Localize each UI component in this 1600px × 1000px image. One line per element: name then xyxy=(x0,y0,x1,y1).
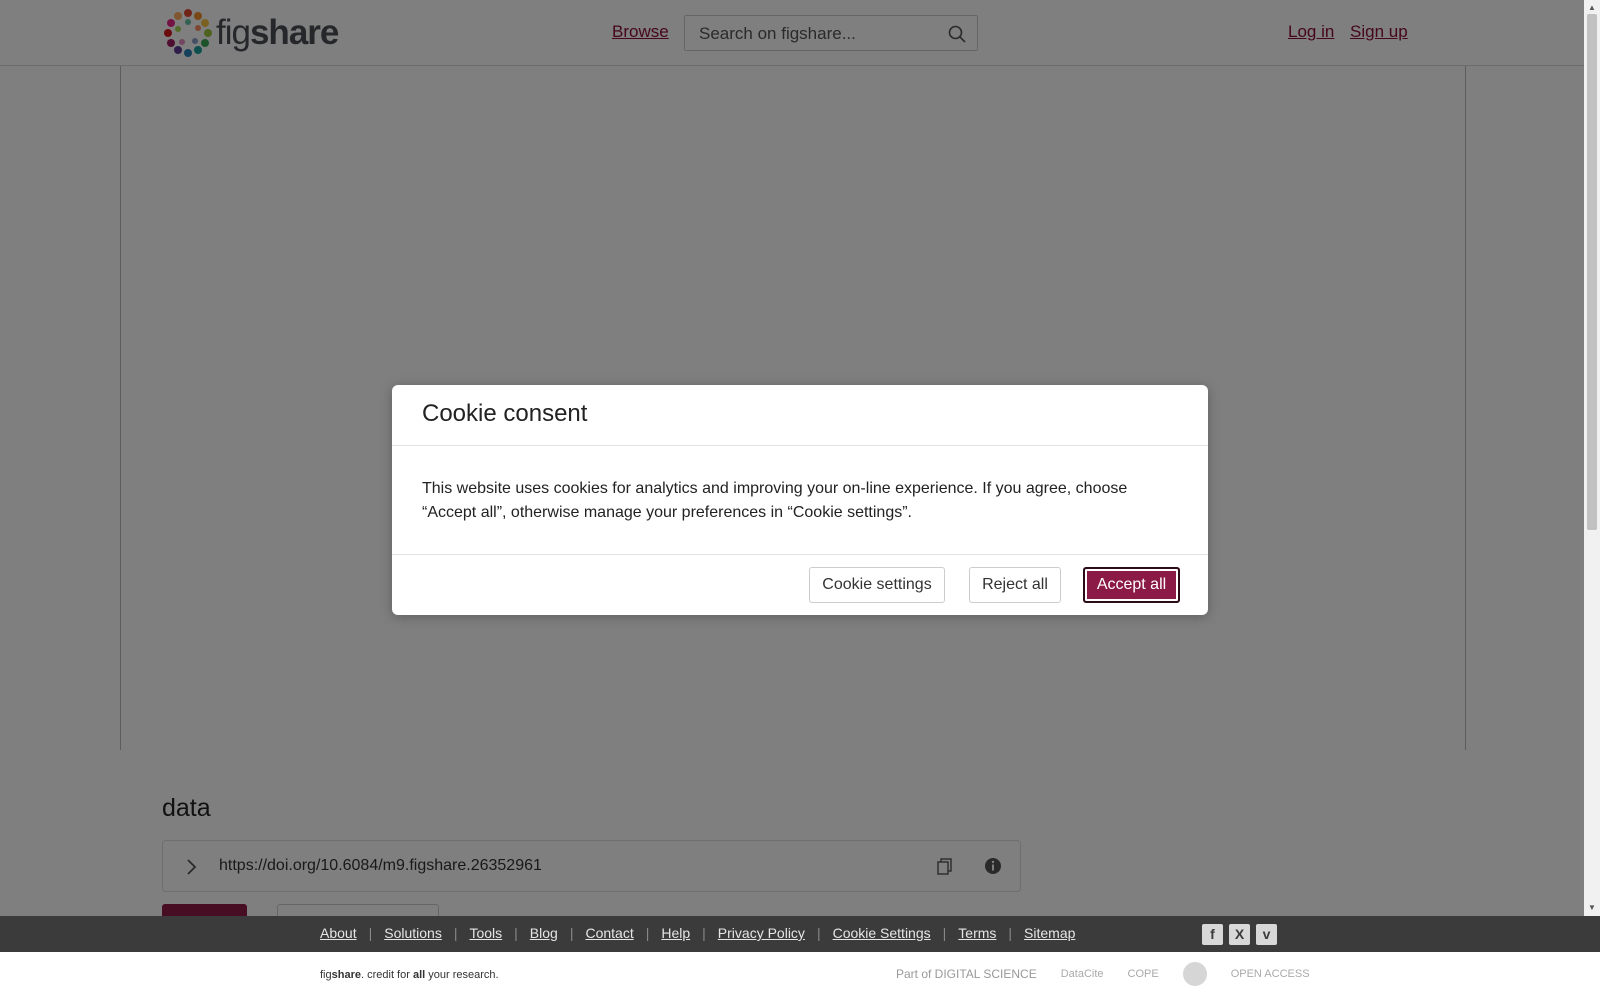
scroll-down-arrow-icon[interactable]: ▼ xyxy=(1588,903,1596,912)
reject-all-button[interactable]: Reject all xyxy=(969,567,1061,603)
cookie-dialog-footer: Cookie settings Reject all Accept all xyxy=(392,554,1208,615)
footer-link-cookie-settings[interactable]: Cookie Settings xyxy=(833,925,931,941)
vimeo-icon[interactable]: v xyxy=(1256,924,1277,945)
social-links: f X v xyxy=(1202,924,1277,945)
footer-link-contact[interactable]: Contact xyxy=(585,925,633,941)
footer-separator: | xyxy=(1008,925,1013,941)
footer-separator: | xyxy=(453,925,458,941)
footer-link-about[interactable]: About xyxy=(320,925,357,941)
footer-separator: | xyxy=(816,925,821,941)
partner-logos: Part of DIGITAL SCIENCE DataCite COPE OP… xyxy=(896,962,1310,986)
footer-bottom: figshare. credit for all your research. … xyxy=(0,952,1600,1000)
footer-link-privacy-policy[interactable]: Privacy Policy xyxy=(718,925,805,941)
cookie-dialog-title: Cookie consent xyxy=(422,400,588,427)
footer-tagline: figshare. credit for all your research. xyxy=(320,969,499,981)
cope-logo[interactable]: COPE xyxy=(1128,968,1159,980)
page-scrollbar[interactable]: ▲ ▼ xyxy=(1584,0,1600,916)
cookie-consent-dialog: Cookie consent This website uses cookies… xyxy=(392,385,1208,615)
footer-link-solutions[interactable]: Solutions xyxy=(384,925,442,941)
footer-link-sitemap[interactable]: Sitemap xyxy=(1024,925,1075,941)
x-icon[interactable]: X xyxy=(1229,924,1250,945)
footer-nav: About | Solutions | Tools | Blog | Contact | … xyxy=(0,916,1600,952)
footer-separator: | xyxy=(942,925,947,941)
facebook-icon[interactable]: f xyxy=(1202,924,1223,945)
scroll-up-arrow-icon[interactable]: ▲ xyxy=(1588,3,1596,12)
footer-separator: | xyxy=(368,925,373,941)
digital-science-logo[interactable]: Part of DIGITAL SCIENCE xyxy=(896,967,1037,981)
datacite-logo[interactable]: DataCite xyxy=(1061,968,1104,980)
footer-link-help[interactable]: Help xyxy=(661,925,690,941)
footer-separator: | xyxy=(702,925,706,941)
footer-separator: | xyxy=(645,925,650,941)
footer-separator: | xyxy=(569,925,574,941)
cookie-dialog-header: Cookie consent xyxy=(392,385,1208,446)
cookie-settings-button[interactable]: Cookie settings xyxy=(809,567,945,603)
footer-links: About | Solutions | Tools | Blog | Contact | … xyxy=(320,925,1075,941)
scrollbar-thumb[interactable] xyxy=(1587,14,1597,530)
cookie-dialog-body: This website uses cookies for analytics … xyxy=(422,480,1128,521)
accept-all-button[interactable]: Accept all xyxy=(1083,567,1180,603)
seal-logo-icon[interactable] xyxy=(1182,962,1207,986)
footer-link-tools[interactable]: Tools xyxy=(469,925,502,941)
footer-link-terms[interactable]: Terms xyxy=(958,925,996,941)
open-access-logo[interactable]: OPEN ACCESS xyxy=(1231,968,1310,980)
footer-separator: | xyxy=(514,925,518,941)
footer-link-blog[interactable]: Blog xyxy=(530,925,558,941)
